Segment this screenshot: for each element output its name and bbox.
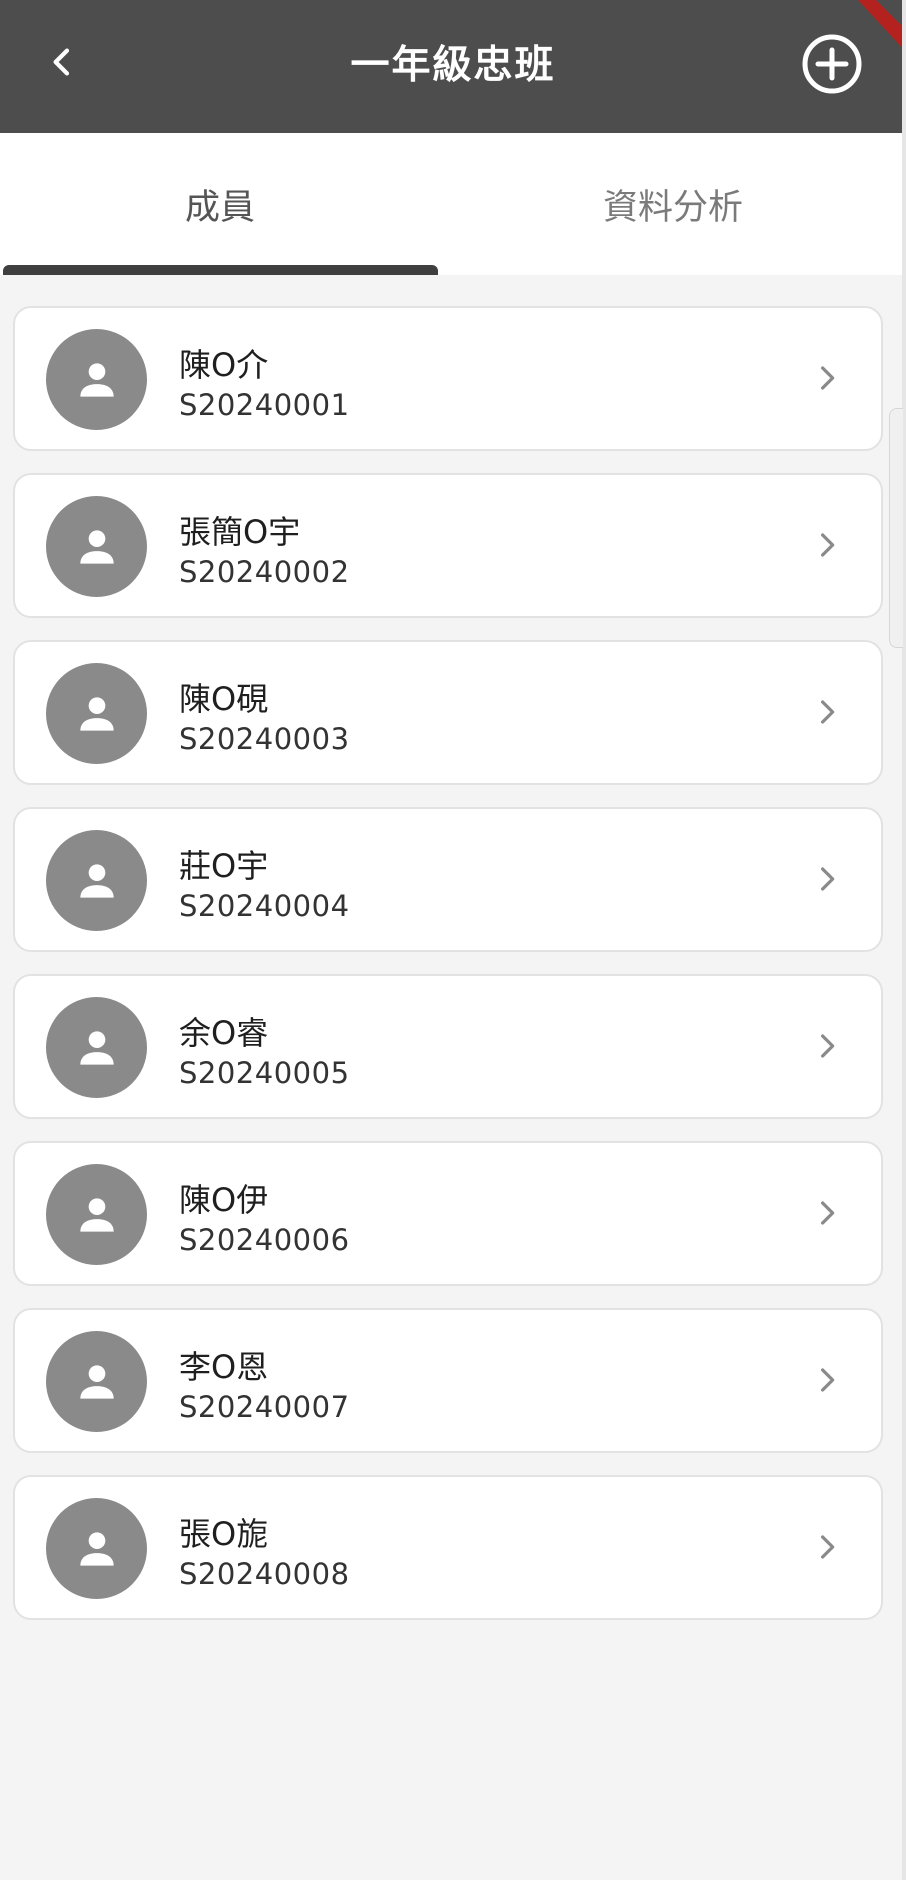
member-id: S20240004 bbox=[179, 889, 350, 923]
member-card[interactable]: 莊O宇 S20240004 bbox=[13, 807, 883, 952]
member-name: 張簡O宇 bbox=[179, 513, 301, 551]
active-tab-indicator bbox=[3, 265, 438, 275]
member-id: S20240001 bbox=[179, 388, 350, 422]
chevron-right-icon bbox=[809, 1362, 845, 1398]
chevron-right-icon bbox=[809, 1529, 845, 1565]
member-card[interactable]: 陳O介 S20240001 bbox=[13, 306, 883, 451]
member-card[interactable]: 陳O硯 S20240003 bbox=[13, 640, 883, 785]
avatar bbox=[46, 1331, 147, 1432]
person-icon bbox=[79, 1531, 114, 1566]
chevron-right-icon bbox=[809, 1028, 845, 1064]
tab-data-analysis[interactable]: 資料分析 bbox=[453, 133, 893, 275]
member-name: 陳O伊 bbox=[179, 1181, 269, 1219]
chevron-right-icon bbox=[809, 1195, 845, 1231]
member-name: 余O睿 bbox=[179, 1014, 269, 1052]
member-card[interactable]: 李O恩 S20240007 bbox=[13, 1308, 883, 1453]
member-name: 陳O硯 bbox=[179, 680, 269, 718]
person-icon bbox=[79, 362, 114, 397]
chevron-right-icon bbox=[809, 861, 845, 897]
avatar bbox=[46, 329, 147, 430]
member-id: S20240003 bbox=[179, 722, 350, 756]
app-bar: 一年級忠班 bbox=[0, 0, 906, 133]
member-card[interactable]: 余O睿 S20240005 bbox=[13, 974, 883, 1119]
member-name: 陳O介 bbox=[179, 346, 269, 384]
member-card[interactable]: 陳O伊 S20240006 bbox=[13, 1141, 883, 1286]
member-id: S20240005 bbox=[179, 1056, 350, 1090]
chevron-right-icon bbox=[809, 694, 845, 730]
avatar bbox=[46, 1164, 147, 1265]
debug-banner-ribbon bbox=[858, 0, 906, 52]
member-card[interactable]: 張簡O宇 S20240002 bbox=[13, 473, 883, 618]
person-icon bbox=[79, 863, 114, 898]
chevron-right-icon bbox=[809, 360, 845, 396]
person-icon bbox=[79, 1364, 114, 1399]
window-edge bbox=[902, 0, 906, 1880]
avatar bbox=[46, 997, 147, 1098]
member-card[interactable]: 張O旎 S20240008 bbox=[13, 1475, 883, 1620]
avatar bbox=[46, 830, 147, 931]
person-icon bbox=[79, 529, 114, 564]
member-name: 張O旎 bbox=[179, 1515, 269, 1553]
avatar bbox=[46, 496, 147, 597]
chevron-right-icon bbox=[809, 527, 845, 563]
page-title: 一年級忠班 bbox=[350, 43, 556, 88]
tab-members[interactable]: 成員 bbox=[0, 133, 440, 275]
member-id: S20240008 bbox=[179, 1557, 350, 1591]
member-name: 李O恩 bbox=[179, 1348, 269, 1386]
member-list: 陳O介 S20240001 張簡O宇 S20240002 陳O硯 S202400… bbox=[13, 306, 883, 1642]
member-name: 莊O宇 bbox=[179, 847, 269, 885]
person-icon bbox=[79, 1197, 114, 1232]
avatar bbox=[46, 663, 147, 764]
person-icon bbox=[79, 696, 114, 731]
avatar bbox=[46, 1498, 147, 1599]
member-id: S20240007 bbox=[179, 1390, 350, 1424]
member-id: S20240006 bbox=[179, 1223, 350, 1257]
app-screen: 一年級忠班 成員 資料分析 陳O介 S20240001 張簡O宇 S202400… bbox=[0, 0, 906, 1880]
member-id: S20240002 bbox=[179, 555, 350, 589]
tab-bar: 成員 資料分析 bbox=[0, 133, 906, 275]
scrollbar-thumb[interactable] bbox=[889, 408, 903, 648]
person-icon bbox=[79, 1030, 114, 1065]
